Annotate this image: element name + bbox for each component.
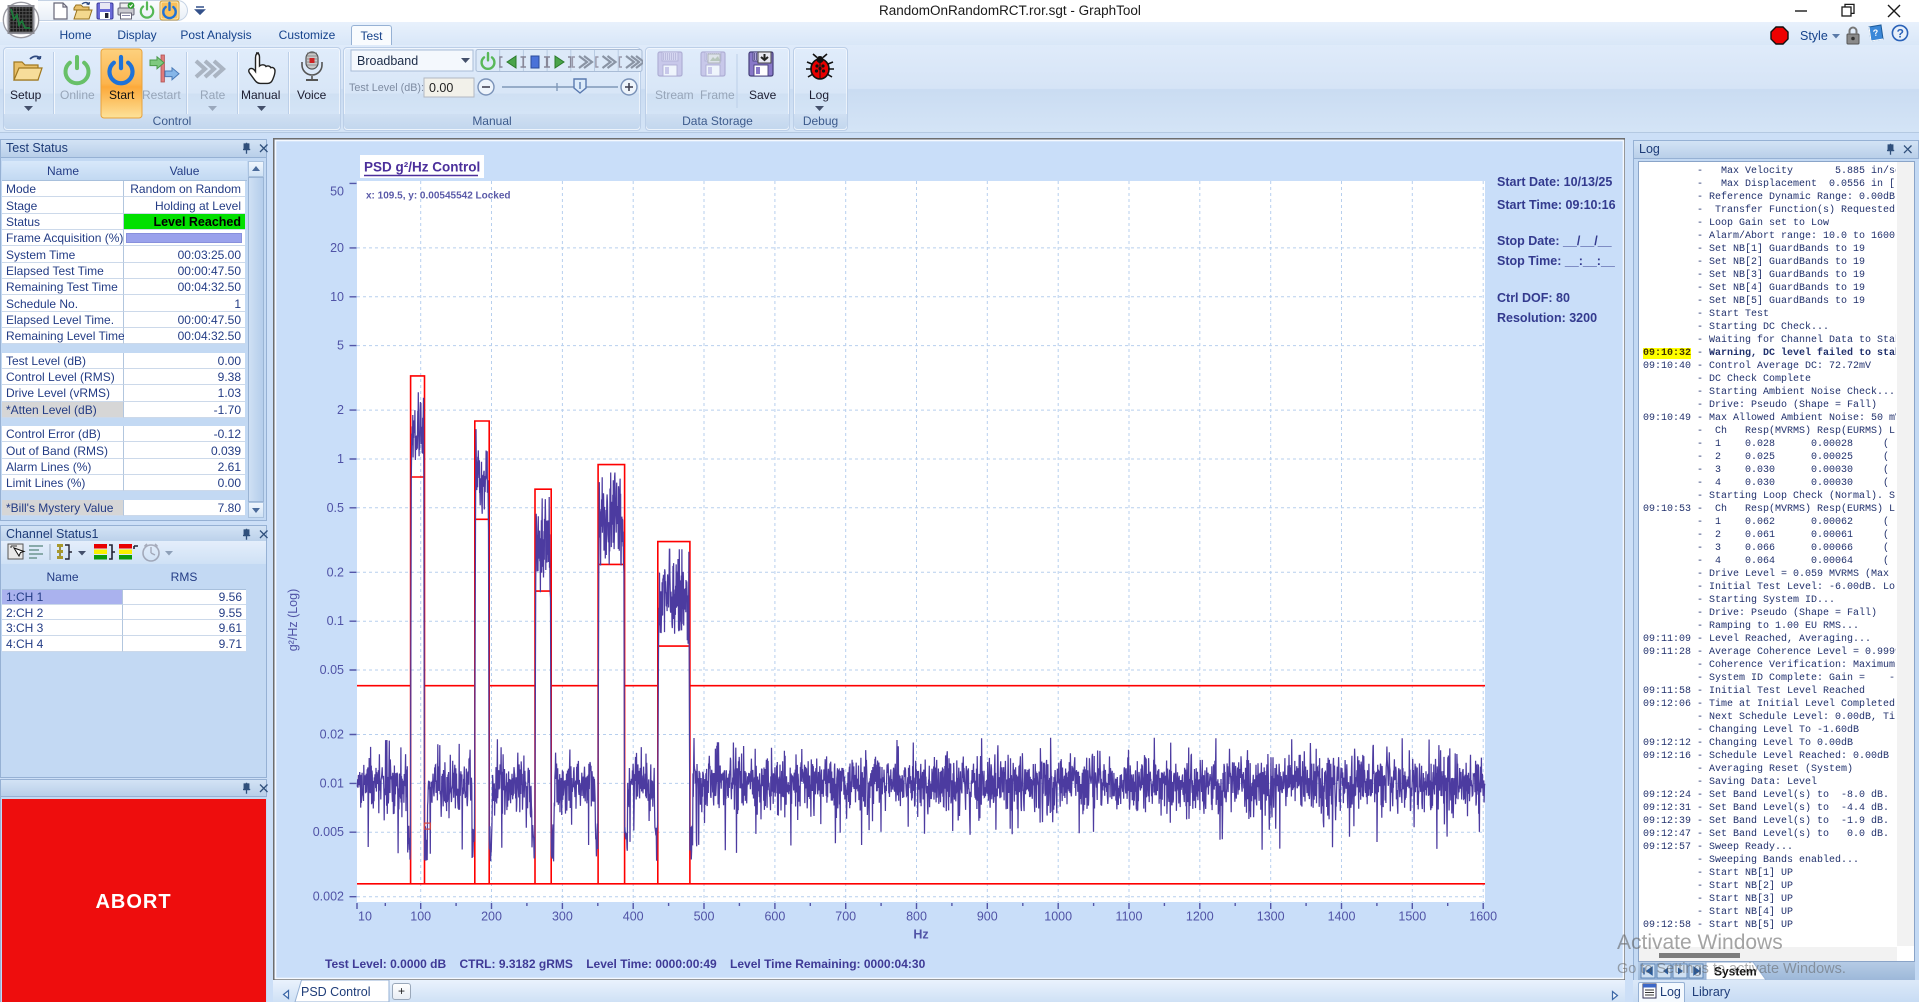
svg-text:g²/Hz (Log): g²/Hz (Log) xyxy=(286,589,300,652)
svg-text:Start Date: 10/13/25: Start Date: 10/13/25 xyxy=(1497,175,1612,189)
svg-text:1200: 1200 xyxy=(1186,910,1214,924)
svg-text:1000: 1000 xyxy=(1044,910,1072,924)
svg-text:100: 100 xyxy=(410,910,431,924)
svg-text:Restart: Restart xyxy=(142,88,181,102)
svg-text:Log: Log xyxy=(809,88,829,102)
svg-text:Ctrl DOF: 80: Ctrl DOF: 80 xyxy=(1497,291,1570,305)
svg-text:900: 900 xyxy=(977,910,998,924)
svg-text:x: 109.5, y: 0.00545542 Locked: x: 109.5, y: 0.00545542 Locked xyxy=(366,191,511,202)
svg-text:50: 50 xyxy=(330,184,344,198)
svg-text:Online: Online xyxy=(60,88,95,102)
svg-text:Start: Start xyxy=(109,88,135,102)
svg-text:10: 10 xyxy=(358,910,372,924)
svg-text:Rate: Rate xyxy=(200,88,226,102)
svg-text:Stop Date: __/__/__: Stop Date: __/__/__ xyxy=(1497,234,1613,248)
svg-text:Setup: Setup xyxy=(10,88,42,102)
svg-text:Resolution: 3200: Resolution: 3200 xyxy=(1497,311,1597,325)
svg-text:0.05: 0.05 xyxy=(320,663,344,677)
svg-text:10: 10 xyxy=(330,290,344,304)
svg-text:Stop Time: __:__:__: Stop Time: __:__:__ xyxy=(1497,254,1616,268)
svg-text:1400: 1400 xyxy=(1328,910,1356,924)
svg-text:Test Level (dB):: Test Level (dB): xyxy=(349,82,424,94)
svg-text:0.00: 0.00 xyxy=(429,81,453,95)
svg-text:400: 400 xyxy=(623,910,644,924)
svg-text:2: 2 xyxy=(337,403,344,417)
svg-text:Stream: Stream xyxy=(655,88,694,102)
svg-text:Broadband: Broadband xyxy=(357,54,418,68)
svg-text:500: 500 xyxy=(694,910,715,924)
svg-text:1500: 1500 xyxy=(1398,910,1426,924)
svg-text:1600: 1600 xyxy=(1469,910,1497,924)
svg-text:Save: Save xyxy=(749,88,777,102)
svg-text:300: 300 xyxy=(552,910,573,924)
svg-text:1300: 1300 xyxy=(1257,910,1285,924)
svg-text:700: 700 xyxy=(835,910,856,924)
svg-text:800: 800 xyxy=(906,910,927,924)
svg-text:Test Level: 0.0000 dB CTRL:: Test Level: 0.0000 dB CTRL: 9.3182 gRMS … xyxy=(325,957,926,971)
svg-text:20: 20 xyxy=(330,241,344,255)
svg-text:Manual: Manual xyxy=(241,88,280,102)
svg-text:Voice: Voice xyxy=(297,88,327,102)
svg-text:0.5: 0.5 xyxy=(327,501,344,515)
svg-text:1: 1 xyxy=(337,452,344,466)
svg-text:0.1: 0.1 xyxy=(327,614,344,628)
svg-text:1100: 1100 xyxy=(1116,910,1143,924)
svg-text:0.01: 0.01 xyxy=(320,776,344,790)
svg-text:0.005: 0.005 xyxy=(313,825,344,839)
svg-text:0.2: 0.2 xyxy=(327,565,344,579)
svg-text:Style: Style xyxy=(1800,29,1828,43)
svg-text:200: 200 xyxy=(481,910,502,924)
svg-text:0.02: 0.02 xyxy=(320,728,344,742)
svg-text:5: 5 xyxy=(337,339,344,353)
svg-text:600: 600 xyxy=(764,910,785,924)
svg-text:Start Time: 09:10:16: Start Time: 09:10:16 xyxy=(1497,198,1616,212)
svg-text:PSD g²/Hz Control: PSD g²/Hz Control xyxy=(364,160,480,175)
svg-text:0.002: 0.002 xyxy=(313,890,344,904)
svg-text:?: ? xyxy=(1897,26,1904,40)
svg-text:Frame: Frame xyxy=(700,88,735,102)
svg-text:Hz: Hz xyxy=(913,928,928,942)
